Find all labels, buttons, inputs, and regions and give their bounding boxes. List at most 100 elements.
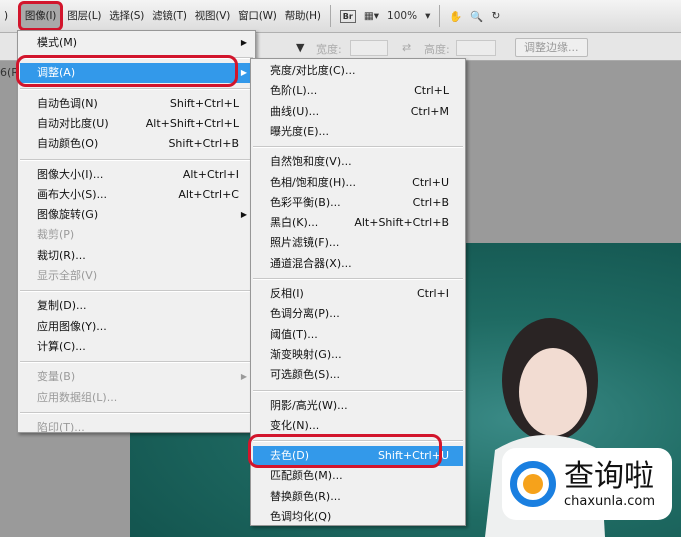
menu-item-shortcut: Shift+Ctrl+B — [168, 137, 239, 151]
menu-item-label: 图像旋转(G) — [37, 208, 99, 222]
submenu-arrow-icon: ▶ — [240, 38, 247, 47]
menu-item[interactable]: 匹配颜色(M)... — [253, 466, 463, 486]
menu-item[interactable]: 曝光度(E)... — [253, 122, 463, 142]
menu-item[interactable]: 照片滤镜(F)... — [253, 233, 463, 253]
menu-item-label: 照片滤镜(F)... — [270, 236, 340, 250]
menu-item[interactable]: 计算(C)... — [20, 337, 253, 357]
submenu-arrow-icon: ▶ — [240, 210, 247, 220]
menu-item-label: 裁剪(P) — [37, 228, 75, 242]
menu-item[interactable]: 自然饱和度(V)... — [253, 152, 463, 172]
menu-item-label: 显示全部(V) — [37, 269, 98, 282]
height-label: 高度: — [424, 43, 450, 56]
menu-item[interactable]: 裁切(R)... — [20, 246, 253, 266]
menu-filter[interactable]: 滤镜(T) — [148, 5, 191, 27]
menu-item[interactable]: 色相/饱和度(H)... Ctrl+U — [253, 173, 463, 193]
menu-view[interactable]: 视图(V) — [191, 5, 234, 27]
menu-item[interactable]: 色彩平衡(B)... Ctrl+B — [253, 193, 463, 213]
menu-item-shortcut: Ctrl+L — [414, 84, 449, 98]
menu-item-label: 应用数据组(L)... — [37, 390, 118, 404]
menu-item[interactable]: 模式(M) ▶ — [20, 33, 253, 53]
rotate-view-icon[interactable]: ↻ — [488, 10, 505, 22]
divider — [329, 5, 331, 27]
style-dropdown-icon[interactable]: ▼ — [296, 41, 304, 54]
menu-item-label: 计算(C)... — [37, 339, 86, 353]
menu-item-label: 曲线(U)... — [270, 104, 320, 118]
menu-item-label: 裁切(R)... — [37, 248, 86, 262]
divider — [439, 5, 441, 27]
menu-layer[interactable]: 图层(L) — [63, 5, 105, 27]
width-input[interactable] — [350, 40, 388, 56]
zoom-tool-icon[interactable]: 🔍 — [466, 10, 487, 23]
menu-item-shortcut: Alt+Shift+Ctrl+B — [354, 216, 449, 230]
menu-select[interactable]: 选择(S) — [105, 5, 148, 27]
menu-item-shortcut: Alt+Ctrl+I — [182, 167, 239, 181]
menu-item-shortcut: Ctrl+B — [412, 195, 449, 209]
zoom-dropdown-icon[interactable]: ▾ — [421, 10, 434, 22]
menu-item[interactable]: 变化(N)... — [253, 416, 463, 436]
menu-item-label: 色阶(L)... — [270, 84, 318, 98]
menu-item-label: 复制(D)... — [37, 299, 87, 313]
menu-item[interactable]: 阴影/高光(W)... — [253, 396, 463, 416]
menu-item-label: 图像大小(I)... — [37, 167, 104, 181]
submenu-arrow-icon: ▶ — [240, 372, 247, 382]
menu-help[interactable]: 帮助(H) — [281, 5, 325, 27]
menu-item[interactable]: 应用图像(Y)... — [20, 317, 253, 337]
menu-item[interactable]: 复制(D)... — [20, 296, 253, 316]
menu-item[interactable]: 亮度/对比度(C)... — [253, 61, 463, 81]
menu-item-label: 自然饱和度(V)... — [270, 155, 352, 169]
menu-item[interactable]: 通道混合器(X)... — [253, 254, 463, 274]
zoom-level[interactable]: 100% — [383, 10, 421, 22]
menu-window[interactable]: 窗口(W) — [234, 5, 281, 27]
menu-item[interactable]: 自动颜色(O) Shift+Ctrl+B — [20, 134, 253, 154]
menu-item[interactable]: 阈值(T)... — [253, 325, 463, 345]
swap-icon[interactable]: ⇄ — [402, 41, 411, 54]
menu-item-label: 应用图像(Y)... — [37, 319, 107, 333]
menu-item[interactable]: 色调均化(Q) — [253, 507, 463, 527]
menu-item-label: 去色(D) — [270, 449, 310, 463]
menu-item-label: 自动色调(N) — [37, 96, 98, 110]
menu-item[interactable]: 自动色调(N) Shift+Ctrl+L — [20, 94, 253, 114]
logo-name: 查询啦 — [564, 458, 654, 494]
menu-image[interactable]: 图像(I) — [17, 1, 64, 31]
menu-item-label: 阈值(T)... — [270, 327, 318, 341]
height-input[interactable] — [456, 40, 496, 56]
menu-item-shortcut: Ctrl+U — [412, 175, 449, 189]
menu-item-label: 画布大小(S)... — [37, 187, 108, 201]
menu-item[interactable]: 图像大小(I)... Alt+Ctrl+I — [20, 165, 253, 185]
menu-item[interactable]: 去色(D) Shift+Ctrl+U — [253, 446, 463, 467]
menu-item-label: 替换颜色(R)... — [270, 489, 341, 503]
menu-item[interactable]: 反相(I) Ctrl+I — [253, 284, 463, 304]
menu-item-label: 调整(A) — [37, 66, 76, 80]
menu-item[interactable]: 自动对比度(U) Alt+Shift+Ctrl+L — [20, 114, 253, 134]
menu-item-label: 色彩平衡(B)... — [270, 195, 341, 209]
menu-item[interactable]: 图像旋转(G) ▶ — [20, 205, 253, 225]
menu-item[interactable]: 黑白(K)... Alt+Shift+Ctrl+B — [253, 213, 463, 233]
menu-item-label: 色调均化(Q) — [270, 510, 332, 523]
menu-bar: ) 图像(I) 图层(L) 选择(S) 滤镜(T) 视图(V) 窗口(W) 帮助… — [0, 0, 681, 33]
menu-item[interactable]: 画布大小(S)... Alt+Ctrl+C — [20, 185, 253, 205]
menu-item[interactable]: 渐变映射(G)... — [253, 345, 463, 365]
menu-separator — [253, 389, 463, 392]
menu-separator — [20, 87, 253, 90]
logo-url: chaxunla.com — [564, 493, 655, 509]
menu-item-label: 自动对比度(U) — [37, 116, 109, 130]
menu-item[interactable]: 调整(A) ▶ — [20, 63, 253, 84]
menu-item[interactable]: 色阶(L)... Ctrl+L — [253, 81, 463, 101]
menu-item[interactable]: 色调分离(P)... — [253, 304, 463, 324]
menu-item-label: 变化(N)... — [270, 418, 320, 432]
menu-item[interactable]: 曲线(U)... Ctrl+M — [253, 102, 463, 122]
menu-item[interactable]: 替换颜色(R)... — [253, 487, 463, 507]
screen-mode-icon[interactable]: ▦▾ — [360, 10, 383, 22]
menu-separator — [20, 411, 253, 414]
menu-separator — [20, 158, 253, 161]
adjustments-submenu: 亮度/对比度(C)... 色阶(L)... Ctrl+L 曲线(U)... Ctrl+M… — [250, 58, 466, 526]
menu-item-label: 色相/饱和度(H)... — [270, 175, 357, 189]
bridge-button[interactable]: Br — [339, 9, 356, 23]
menu-item-label: 可选颜色(S)... — [270, 368, 341, 382]
menu-item: 变量(B) ▶ — [20, 367, 253, 387]
watermark-logo: 查询啦 chaxunla.com — [502, 448, 672, 520]
hand-tool-icon[interactable]: ✋ — [445, 10, 466, 23]
width-label: 宽度: — [316, 43, 342, 56]
refine-edge-button[interactable]: 调整边缘... — [515, 38, 588, 57]
menu-item[interactable]: 可选颜色(S)... — [253, 365, 463, 385]
